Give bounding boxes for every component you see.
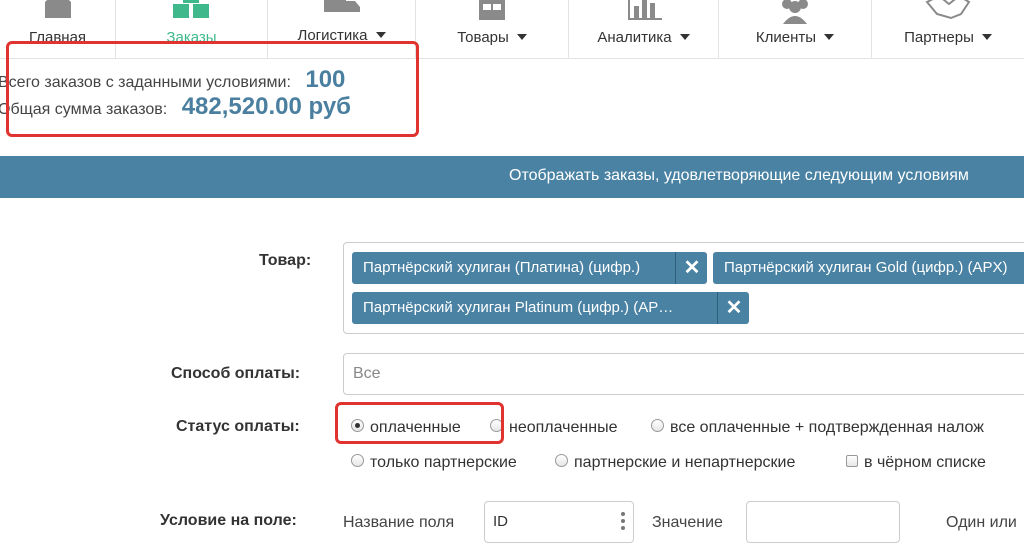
nav-item-analytics[interactable]: Аналитика [569,0,719,58]
boxes-icon [172,0,209,18]
nav-text-clients: Клиенты [755,29,817,46]
users-icon [782,0,808,24]
field-name-select[interactable]: ID [484,501,634,543]
store-icon [479,0,505,20]
product-tag-text: Партнёрский хулиган (Платина) (цифр.) [363,259,641,276]
radio-button[interactable] [651,419,664,433]
handshake-icon [925,0,971,20]
chevron-down-icon [824,34,835,41]
summary-highlight [6,41,419,137]
chevron-down-icon [679,34,690,41]
chevron-down-icon [516,34,527,41]
chevron-down-icon [375,32,386,39]
nav-label-products: Товары [416,29,568,46]
nav-item-partners[interactable]: Партнеры [872,0,1024,58]
radio-button[interactable] [351,454,364,468]
product-tag-text: Партнёрский хулиган Gold (цифр.) (APX) [724,259,1008,276]
status-highlight [335,402,504,444]
blacklist-label: в чёрном списке [864,454,986,471]
field-value-label: Значение [652,514,723,531]
product-multiselect[interactable]: Партнёрский хулиган (Платина) (цифр.) ✕ … [343,242,1024,334]
product-tag: Партнёрский хулиган (Платина) (цифр.) ✕ [352,252,707,284]
nav-text-partners: Партнеры [904,29,974,46]
nav-label-analytics: Аналитика [569,29,718,46]
nav-text-products: Товары [457,29,509,46]
field-name-value: ID [493,513,508,530]
radio-button[interactable] [555,454,568,468]
chevron-down-icon [981,34,992,41]
radio-partners-only-label: только партнерские [370,454,517,471]
checkbox-blacklist[interactable]: в чёрном списке [846,454,986,472]
field-value-input[interactable] [746,501,900,543]
banner-text: Отображать заказы, удовлетворяющие следу… [509,167,969,184]
nav-text-analytics: Аналитика [597,29,672,46]
radio-partners-and-non[interactable]: партнерские и непартнерские [555,454,795,472]
payment-method-select[interactable]: Все [343,353,1024,395]
radio-all-paid-confirmed[interactable]: все оплаченные + подтвержденная налож [651,419,984,437]
more-vertical-icon [621,512,625,533]
one-of-label: Один или [946,514,1017,531]
checkbox[interactable] [846,454,858,467]
payment-method-label: Способ оплаты: [171,365,301,382]
field-condition-label: Условие на поле: [160,512,297,529]
product-label: Товар: [259,252,312,269]
radio-unpaid[interactable]: неоплаченные [490,419,617,437]
nav-label-partners: Партнеры [872,29,1024,46]
nav-item-products[interactable]: Товары [416,0,569,58]
payment-method-value: Все [353,365,381,382]
product-tag: Партнёрский хулиган Platinum (цифр.) (AP… [352,292,749,324]
bar-chart-icon [627,0,662,20]
product-tag: Партнёрский хулиган Gold (цифр.) (APX) [713,252,1024,284]
truck-icon [323,0,360,12]
nav-item-clients[interactable]: Клиенты [719,0,872,58]
payment-status-label: Статус оплаты: [176,418,300,435]
nav-label-clients: Клиенты [719,29,871,46]
product-tag-text: Партнёрский хулиган Platinum (цифр.) (AP… [363,299,674,316]
close-icon[interactable]: ✕ [675,252,707,284]
conditions-banner: Отображать заказы, удовлетворяющие следу… [0,156,1024,198]
field-name-label: Название поля [343,514,455,531]
radio-all-paid-label: все оплаченные + подтвержденная налож [670,419,984,436]
radio-unpaid-label: неоплаченные [509,419,618,436]
close-icon[interactable]: ✕ [717,292,749,324]
radio-partners-only[interactable]: только партнерские [351,454,517,472]
home-icon [44,0,71,18]
radio-partners-and-non-label: партнерские и непартнерские [574,454,796,471]
